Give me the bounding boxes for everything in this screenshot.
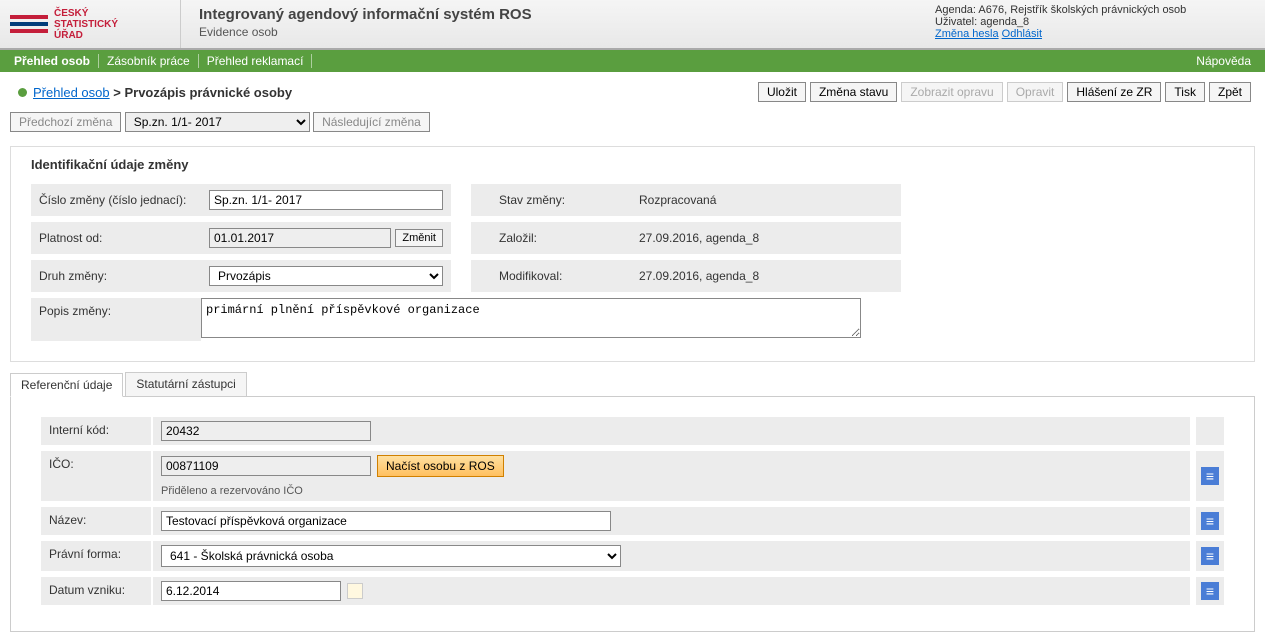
change-select[interactable]: Sp.zn. 1/1- 2017 <box>125 112 310 132</box>
tabs: Referenční údaje Statutární zástupci <box>10 372 1255 396</box>
logo-bars-icon <box>10 12 48 36</box>
change-number-input[interactable] <box>209 190 443 210</box>
state-label: Stav změny: <box>491 184 631 222</box>
desc-label: Popis změny: <box>31 298 201 341</box>
toolbar: Uložit Změna stavu Zobrazit opravu Oprav… <box>758 82 1251 102</box>
menu-prehled-reklamaci[interactable]: Přehled reklamací <box>199 54 313 68</box>
user-info: Uživatel: agenda_8 <box>935 16 1255 28</box>
name-input[interactable] <box>161 511 611 531</box>
logo-text: ČESKÝ STATISTICKÝ ÚŘAD <box>54 8 118 41</box>
validfrom-change-button[interactable]: Změnit <box>395 229 443 247</box>
logout-link[interactable]: Odhlásit <box>1002 28 1042 40</box>
next-change-button[interactable]: Následující změna <box>313 112 430 132</box>
creation-date-label: Datum vzniku: <box>41 577 151 605</box>
ico-input <box>161 456 371 476</box>
load-from-ros-button[interactable]: Načíst osobu z ROS <box>377 455 504 477</box>
show-fix-button: Zobrazit opravu <box>901 82 1002 102</box>
date-history-icon[interactable] <box>1201 582 1219 600</box>
zr-report-button[interactable]: Hlášení ze ZR <box>1067 82 1161 102</box>
agenda-info: Agenda: A676, Rejstřík školských právnic… <box>935 4 1255 16</box>
print-button[interactable]: Tisk <box>1165 82 1205 102</box>
legal-form-select[interactable]: 641 - Školská právnická osoba <box>161 545 621 567</box>
validfrom-input <box>209 228 391 248</box>
type-label: Druh změny: <box>31 260 201 298</box>
tab-referencni-udaje[interactable]: Referenční údaje <box>10 373 123 397</box>
back-button[interactable]: Zpět <box>1209 82 1251 102</box>
desc-textarea[interactable] <box>201 298 861 338</box>
breadcrumb-current: Prvozápis právnické osoby <box>124 85 292 100</box>
type-select[interactable]: Prvozápis <box>209 266 443 286</box>
app-title: Integrovaný agendový informační systém R… <box>199 6 907 23</box>
header-user-area: Agenda: A676, Rejstřík školských právnic… <box>925 0 1265 48</box>
logo: ČESKÝ STATISTICKÝ ÚŘAD <box>0 0 180 48</box>
app-header: ČESKÝ STATISTICKÝ ÚŘAD Integrovaný agend… <box>0 0 1265 50</box>
created-value: 27.09.2016, agenda_8 <box>631 222 901 260</box>
calendar-icon[interactable] <box>347 583 363 599</box>
change-number-label: Číslo změny (číslo jednací): <box>31 184 201 222</box>
ico-note: Přiděleno a rezervováno IČO <box>161 485 1182 497</box>
created-label: Založil: <box>491 222 631 260</box>
change-password-link[interactable]: Změna hesla <box>935 28 999 40</box>
breadcrumb-link[interactable]: Přehled osob <box>33 85 110 100</box>
ident-title: Identifikační údaje změny <box>31 157 1234 172</box>
bullet-icon <box>18 88 27 97</box>
name-history-icon[interactable] <box>1201 512 1219 530</box>
validfrom-label: Platnost od: <box>31 222 201 260</box>
tab-panel-ref: Interní kód: IČO: Načíst osobu z ROS Při… <box>10 396 1255 632</box>
breadcrumb: Přehled osob > Prvozápis právnické osoby <box>33 85 758 100</box>
state-value: Rozpracovaná <box>631 184 901 222</box>
internal-code-input <box>161 421 371 441</box>
menubar: Přehled osob Zásobník práce Přehled rekl… <box>0 50 1265 72</box>
legal-form-label: Právní forma: <box>41 541 151 571</box>
breadcrumb-row: Přehled osob > Prvozápis právnické osoby… <box>0 72 1265 108</box>
ico-history-icon[interactable] <box>1201 467 1219 485</box>
app-subtitle: Evidence osob <box>199 25 907 39</box>
form-history-icon[interactable] <box>1201 547 1219 565</box>
state-change-button[interactable]: Změna stavu <box>810 82 897 102</box>
prev-change-button[interactable]: Předchozí změna <box>10 112 121 132</box>
modified-value: 27.09.2016, agenda_8 <box>631 260 901 298</box>
change-nav-row: Předchozí změna Sp.zn. 1/1- 2017 Následu… <box>0 108 1265 136</box>
tab-statutarni-zastupci[interactable]: Statutární zástupci <box>125 372 246 396</box>
modified-label: Modifikoval: <box>491 260 631 298</box>
save-button[interactable]: Uložit <box>758 82 806 102</box>
menu-help[interactable]: Nápověda <box>1188 54 1259 68</box>
creation-date-input[interactable] <box>161 581 341 601</box>
menu-prehled-osob[interactable]: Přehled osob <box>6 54 99 68</box>
ident-section: Identifikační údaje změny Číslo změny (č… <box>10 146 1255 362</box>
fix-button: Opravit <box>1007 82 1064 102</box>
header-title-area: Integrovaný agendový informační systém R… <box>180 0 925 48</box>
menu-zasobnik-prace[interactable]: Zásobník práce <box>99 54 199 68</box>
name-label: Název: <box>41 507 151 535</box>
internal-code-label: Interní kód: <box>41 417 151 445</box>
ico-label: IČO: <box>41 451 151 501</box>
